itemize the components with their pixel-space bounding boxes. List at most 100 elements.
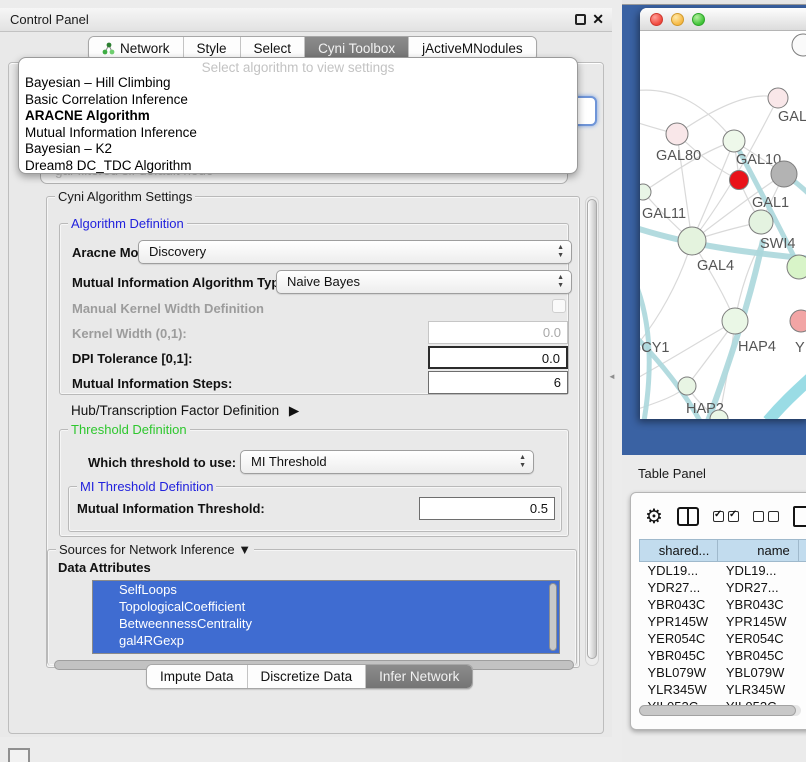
attribute-list-item[interactable]: gal4RGexp — [93, 632, 559, 649]
table-cell[interactable]: 9. — [798, 681, 806, 698]
list-vertical-scrollbar[interactable] — [549, 583, 557, 651]
table-cell[interactable]: 9. — [798, 613, 806, 630]
table-row[interactable]: YLR345WYLR345W9. — [640, 681, 806, 698]
network-node-gal1[interactable] — [749, 210, 773, 234]
algorithm-option[interactable]: Mutual Information Inference — [19, 125, 577, 142]
table-row[interactable]: YER054CYER054C8. — [640, 630, 806, 647]
zoom-traffic-light-icon[interactable] — [692, 13, 705, 26]
table-cell[interactable]: YER054C — [718, 630, 798, 647]
network-node-hap2[interactable] — [678, 377, 696, 395]
network-node-gal80[interactable] — [666, 123, 688, 145]
bottom-tab-infer-network[interactable]: Infer Network — [366, 665, 472, 688]
table-cell[interactable]: YBR043C — [718, 596, 798, 613]
network-node-y[interactable] — [790, 310, 806, 332]
mi-steps-field[interactable]: 6 — [428, 371, 568, 394]
network-node-label: GCY1 — [640, 340, 670, 356]
column-header[interactable]: shared... — [640, 540, 718, 562]
algorithm-option[interactable]: Bayesian – K2 — [19, 141, 577, 158]
column-header[interactable]: name — [718, 540, 798, 562]
kernel-width-field[interactable]: 0.0 — [428, 321, 568, 344]
split-columns-icon[interactable] — [677, 507, 699, 526]
mi-type-label: Mutual Information Algorithm Type: — [72, 275, 291, 290]
bottom-tab-discretize-data[interactable]: Discretize Data — [248, 665, 367, 688]
table-cell[interactable]: YBR045C — [640, 647, 718, 664]
table-cell[interactable]: YLR345W — [718, 681, 798, 698]
network-node[interactable] — [771, 161, 797, 187]
sources-title[interactable]: Sources for Network Inference ▼ — [56, 542, 254, 557]
docked-panel-icon[interactable] — [8, 748, 30, 762]
table-cell[interactable]: YBL079W — [640, 664, 718, 681]
close-icon[interactable]: ✕ — [592, 11, 604, 28]
algorithm-option[interactable]: Dream8 DC_TDC Algorithm — [19, 158, 577, 175]
table-row[interactable]: YDL19...YDL19...13 — [640, 562, 806, 579]
table-horizontal-scrollbar[interactable] — [639, 705, 801, 716]
gear-icon[interactable]: ⚙ — [645, 504, 663, 529]
unchecked-pair-icon[interactable] — [753, 511, 779, 522]
minimize-traffic-light-icon[interactable] — [671, 13, 684, 26]
dpi-tolerance-field[interactable]: 0.0 — [428, 346, 568, 369]
table-row[interactable]: YBL079WYBL079W — [640, 664, 806, 681]
data-attributes-list[interactable]: SelfLoopsTopologicalCoefficientBetweenne… — [92, 580, 560, 654]
mi-type-combo[interactable]: Naive Bayes ▲▼ — [276, 270, 572, 294]
table-row[interactable]: YPR145WYPR145W9. — [640, 613, 806, 630]
hub-definition-toggle[interactable]: Hub/Transcription Factor Definition ▶ — [71, 403, 299, 419]
algorithm-option[interactable]: ARACNE Algorithm — [19, 108, 577, 125]
network-window-titlebar[interactable] — [640, 8, 806, 31]
algorithm-option[interactable]: Bayesian – Hill Climbing — [19, 75, 577, 92]
combo-spinner-icon: ▲▼ — [519, 454, 526, 470]
network-node-swi4[interactable] — [787, 255, 806, 279]
table-row[interactable]: YBR045CYBR045C9. — [640, 647, 806, 664]
mi-threshold-field[interactable]: 0.5 — [419, 497, 555, 520]
network-node-label: SWI4 — [760, 236, 795, 252]
network-node-gal[interactable] — [768, 88, 788, 108]
network-node-gal4[interactable] — [678, 227, 706, 255]
column-header[interactable] — [798, 540, 806, 562]
threshold-definition-group: Threshold Definition Which threshold to … — [59, 429, 569, 537]
attribute-list-item[interactable]: TopologicalCoefficient — [93, 598, 559, 615]
table-row[interactable]: YBR043CYBR043C — [640, 596, 806, 613]
file-icon[interactable] — [793, 506, 806, 527]
aracne-mode-combo[interactable]: Discovery ▲▼ — [138, 240, 572, 264]
bottom-tab-impute-data[interactable]: Impute Data — [147, 665, 248, 688]
table-cell[interactable]: YDR27... — [640, 579, 718, 596]
table-cell[interactable]: YPR145W — [640, 613, 718, 630]
splitter-collapse-icon[interactable]: ◄ — [608, 372, 615, 381]
network-canvas[interactable]: GALGAL80GAL10GAL1GAL11GAL4SWI4GCY1HAP4YH… — [640, 31, 806, 419]
checked-pair-icon[interactable] — [713, 511, 739, 522]
which-threshold-combo[interactable]: MI Threshold ▲▼ — [240, 450, 534, 474]
node-attribute-table[interactable]: shared...name YDL19...YDL19...13YDR27...… — [639, 539, 806, 715]
network-view-window[interactable]: GALGAL80GAL10GAL1GAL11GAL4SWI4GCY1HAP4YH… — [640, 8, 806, 419]
toolbar-edge-strip — [622, 0, 806, 5]
mi-steps-label: Mutual Information Steps: — [72, 376, 232, 391]
table-cell[interactable]: 9. — [798, 647, 806, 664]
table-cell[interactable]: YBR043C — [640, 596, 718, 613]
attribute-list-item[interactable]: BetweennessCentrality — [93, 615, 559, 632]
float-icon[interactable] — [575, 14, 586, 25]
table-row[interactable]: YDR27...YDR27...12 — [640, 579, 806, 596]
threshold-definition-title: Threshold Definition — [68, 422, 190, 437]
table-cell[interactable]: 13 — [798, 562, 806, 579]
table-cell[interactable]: YLR345W — [640, 681, 718, 698]
table-cell[interactable] — [798, 664, 806, 681]
network-node-hap4[interactable] — [722, 308, 748, 334]
table-cell[interactable] — [798, 596, 806, 613]
table-cell[interactable]: YDL19... — [718, 562, 798, 579]
close-traffic-light-icon[interactable] — [650, 13, 663, 26]
settings-vertical-scrollbar[interactable] — [585, 196, 599, 666]
network-node[interactable] — [792, 34, 806, 56]
table-toolbar: ⚙ — [631, 493, 806, 539]
table-cell[interactable]: YDL19... — [640, 562, 718, 579]
table-cell[interactable]: YBL079W — [718, 664, 798, 681]
network-node-gal11[interactable] — [640, 184, 651, 200]
network-node[interactable] — [730, 171, 749, 190]
table-cell[interactable]: YPR145W — [718, 613, 798, 630]
table-cell[interactable]: YBR045C — [718, 647, 798, 664]
table-cell[interactable]: YER054C — [640, 630, 718, 647]
table-cell[interactable]: 12 — [798, 579, 806, 596]
network-node-gal10[interactable] — [723, 130, 745, 152]
attribute-list-item[interactable]: SelfLoops — [93, 581, 559, 598]
table-cell[interactable]: YDR27... — [718, 579, 798, 596]
algorithm-option[interactable]: Basic Correlation Inference — [19, 92, 577, 109]
table-cell[interactable]: 8. — [798, 630, 806, 647]
manual-kernel-checkbox[interactable] — [552, 299, 566, 313]
